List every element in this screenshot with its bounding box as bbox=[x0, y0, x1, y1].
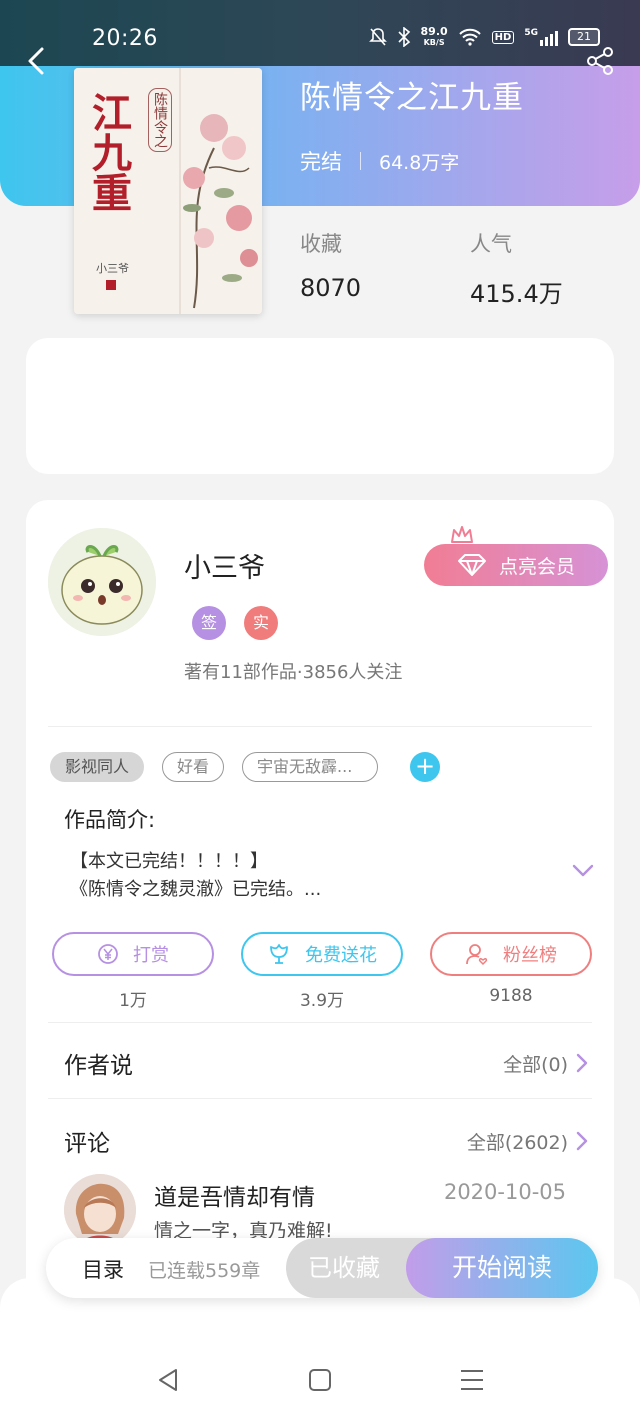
book-cover[interactable]: 江九重 陈情令之 小三爷 bbox=[74, 68, 262, 314]
stat-value: 8070 bbox=[300, 274, 362, 302]
stat-popularity: 人气 415.4万 bbox=[470, 228, 563, 309]
cover-author: 小三爷 bbox=[96, 262, 129, 275]
chevron-down-icon[interactable] bbox=[572, 864, 594, 878]
vip-button-label: 点亮会员 bbox=[498, 555, 575, 578]
comments-title: 评论 bbox=[64, 1131, 110, 1157]
vip-button[interactable]: 点亮会员 bbox=[424, 544, 608, 586]
send-flower-label: 免费送花 bbox=[305, 945, 377, 966]
stat-label: 人气 bbox=[470, 232, 512, 256]
chevron-right-icon bbox=[576, 1053, 588, 1073]
book-detail-card: 小三爷 签 实 著有11部作品·3856人关注 点亮会员 影视同人 好看 宇宙无… bbox=[26, 500, 614, 1300]
stat-label: 收藏 bbox=[300, 232, 342, 256]
reward-button[interactable]: 打赏 bbox=[52, 932, 214, 976]
back-triangle-icon[interactable] bbox=[154, 1366, 182, 1394]
flower-action: 免费送花 3.9万 bbox=[241, 932, 403, 1011]
book-status: 完结 bbox=[300, 150, 342, 174]
diamond-icon bbox=[457, 554, 486, 576]
signal-icon: 5G bbox=[524, 28, 558, 46]
menu-lines-icon[interactable] bbox=[458, 1366, 486, 1394]
stat-value: 415.4万 bbox=[470, 280, 563, 308]
chapter-count: 已连载559章 bbox=[148, 1260, 261, 1282]
section-divider bbox=[48, 1022, 592, 1023]
system-nav-bar bbox=[0, 1350, 640, 1410]
cover-seal bbox=[106, 280, 116, 290]
tag-item[interactable]: 宇宙无敌霹... bbox=[242, 752, 379, 782]
author-says-row[interactable]: 作者说 全部(0) bbox=[64, 1046, 588, 1080]
commenter-name[interactable]: 道是吾情却有情 bbox=[154, 1178, 315, 1212]
signal-label: 5G bbox=[524, 28, 538, 38]
section-divider bbox=[48, 726, 592, 727]
share-icon[interactable] bbox=[586, 46, 614, 76]
anime-avatar-illustration bbox=[64, 1174, 136, 1246]
mute-bell-icon bbox=[368, 28, 387, 46]
tag-item[interactable]: 影视同人 bbox=[50, 752, 145, 782]
commenter-avatar[interactable] bbox=[64, 1174, 136, 1246]
book-word-count: 64.8万字 bbox=[379, 151, 460, 174]
action-buttons: 打赏 1万 免费送花 3.9万 粉丝榜 9188 bbox=[52, 932, 592, 1011]
wifi-icon bbox=[458, 28, 481, 46]
status-time: 20:26 bbox=[92, 26, 158, 51]
collected-label: 已收藏 bbox=[308, 1254, 380, 1282]
cover-main-title: 江九重 bbox=[85, 92, 132, 212]
author-says-count: 全部(0) bbox=[503, 1053, 568, 1076]
hd-badge: HD bbox=[491, 30, 515, 44]
signed-badge: 签 bbox=[192, 606, 226, 640]
status-bar: 20:26 89.0 KB/S HD 5G 21 bbox=[0, 0, 640, 66]
yen-coin-icon bbox=[98, 944, 118, 964]
intro-text[interactable]: 【本文已完结！！！！】 《陈情令之魏灵澈》已完结。... bbox=[70, 848, 321, 904]
home-square-icon[interactable] bbox=[306, 1366, 334, 1394]
cat-avatar-illustration bbox=[48, 528, 156, 636]
section-divider bbox=[48, 1098, 592, 1099]
flower-count: 3.9万 bbox=[299, 991, 345, 1011]
chevron-right-icon bbox=[576, 1131, 588, 1151]
crown-icon bbox=[451, 526, 473, 543]
comment-date: 2020-10-05 bbox=[443, 1180, 566, 1204]
verified-badge: 实 bbox=[244, 606, 278, 640]
fan-rank-button[interactable]: 粉丝榜 bbox=[430, 932, 592, 976]
fan-count: 9188 bbox=[489, 986, 533, 1006]
toc-button[interactable]: 目录 bbox=[82, 1254, 124, 1284]
comments-count: 全部(2602) bbox=[466, 1131, 568, 1154]
chevron-left-icon[interactable] bbox=[24, 46, 48, 76]
start-reading-button[interactable]: 开始阅读 bbox=[406, 1238, 598, 1298]
net-speed-value: 89.0 bbox=[420, 25, 448, 38]
fan-user-icon bbox=[466, 944, 488, 966]
meta-divider bbox=[360, 152, 361, 170]
comments-more[interactable]: 全部(2602) bbox=[467, 1128, 588, 1155]
reward-count: 1万 bbox=[119, 991, 147, 1011]
bottom-action-bar: 目录 已连载559章 已收藏 开始阅读 bbox=[46, 1238, 598, 1298]
flower-icon bbox=[270, 944, 288, 964]
author-avatar[interactable] bbox=[48, 528, 156, 636]
ad-placeholder-card bbox=[26, 338, 614, 474]
author-badges: 签 实 bbox=[192, 606, 278, 640]
reward-action: 打赏 1万 bbox=[52, 932, 214, 1011]
tag-item[interactable]: 好看 bbox=[162, 752, 225, 782]
intro-label: 作品简介: bbox=[64, 808, 156, 832]
add-tag-button[interactable]: + bbox=[410, 752, 441, 782]
book-meta: 完结 64.8万字 bbox=[300, 146, 459, 176]
cover-subtitle: 陈情令之 bbox=[148, 88, 172, 152]
fan-rank-label: 粉丝榜 bbox=[503, 945, 557, 966]
tag-list: 影视同人 好看 宇宙无敌霹... + bbox=[50, 752, 441, 782]
intro-line: 《陈情令之魏灵澈》已完结。... bbox=[70, 879, 322, 900]
send-flower-button[interactable]: 免费送花 bbox=[241, 932, 403, 976]
bluetooth-icon bbox=[397, 27, 410, 47]
stat-favorites: 收藏 8070 bbox=[300, 228, 361, 302]
net-speed-unit: KB/S bbox=[423, 38, 445, 47]
book-title: 陈情令之江九重 bbox=[300, 80, 524, 116]
author-says-more[interactable]: 全部(0) bbox=[503, 1050, 588, 1077]
comments-row[interactable]: 评论 全部(2602) bbox=[64, 1124, 588, 1158]
author-says-title: 作者说 bbox=[64, 1053, 133, 1079]
fans-action: 粉丝榜 9188 bbox=[430, 932, 592, 1011]
author-stats: 著有11部作品·3856人关注 bbox=[184, 662, 403, 683]
intro-line: 【本文已完结！！！！】 bbox=[70, 851, 268, 872]
reward-label: 打赏 bbox=[133, 945, 169, 966]
author-name[interactable]: 小三爷 bbox=[184, 546, 265, 585]
battery-icon: 21 bbox=[568, 28, 600, 46]
